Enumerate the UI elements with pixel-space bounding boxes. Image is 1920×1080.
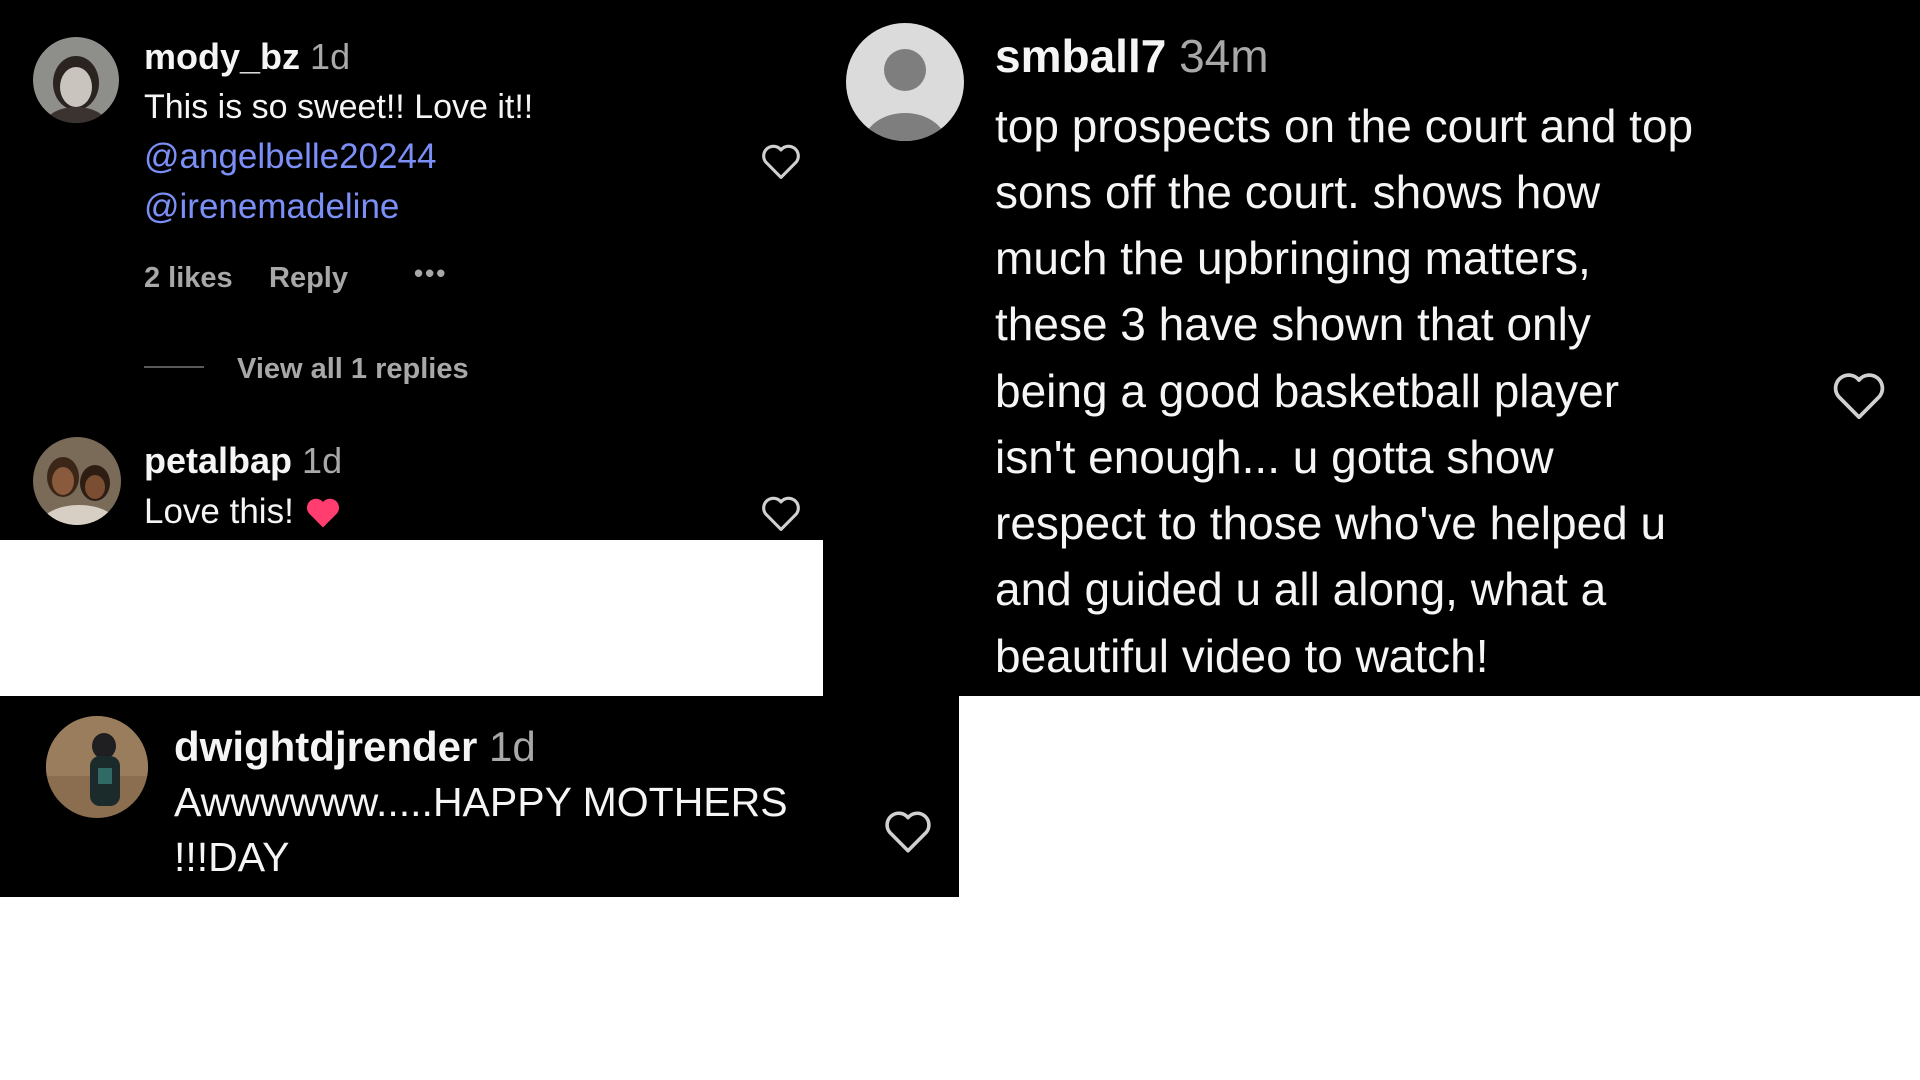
username[interactable]: smball7	[995, 30, 1166, 82]
comment-text-line: !!!DAY	[174, 834, 290, 880]
comment-header: smball7 34m	[995, 29, 1269, 83]
comment-text-line: respect to those who've helped u	[995, 497, 1667, 549]
comment-header: petalbap 1d	[144, 440, 342, 482]
avatar-mody-bz[interactable]	[33, 37, 119, 123]
comments-panel-right: smball7 34m top prospects on the court a…	[823, 0, 1920, 696]
more-options-icon[interactable]: •••	[414, 258, 447, 289]
username[interactable]: dwightdjrender	[174, 723, 477, 770]
view-replies-link[interactable]: View all 1 replies	[237, 353, 469, 386]
like-heart-icon[interactable]	[760, 142, 802, 185]
comment-text-line: sons off the court. shows how	[995, 166, 1601, 218]
timestamp: 1d	[310, 36, 351, 77]
comments-panel-bottom: dwightdjrender 1d Awwwwww.....HAPPY MOTH…	[0, 696, 959, 897]
comment-text-line: beautiful video to watch!	[995, 630, 1489, 682]
like-heart-icon[interactable]	[883, 808, 933, 859]
comment-header: dwightdjrender 1d	[174, 723, 536, 771]
like-heart-icon[interactable]	[760, 494, 802, 537]
username[interactable]: mody_bz	[144, 36, 300, 77]
timestamp: 34m	[1179, 30, 1269, 82]
comment-text-line: isn't enough... u gotta show	[995, 431, 1554, 483]
comments-panel-top-left: mody_bz 1d This is so sweet!! Love it!! …	[0, 0, 823, 540]
avatar-petalbap[interactable]	[33, 437, 121, 525]
replies-divider	[144, 366, 204, 368]
likes-count[interactable]: 2 likes	[144, 262, 233, 295]
comment-text-line: top prospects on the court and top	[995, 100, 1694, 152]
like-heart-icon[interactable]	[1831, 369, 1887, 426]
comment-text: This is so sweet!! Love it!!	[144, 88, 534, 126]
avatar-dwightdjrender[interactable]	[46, 716, 148, 818]
comment-text: Love this!	[144, 492, 294, 531]
comment-header: mody_bz 1d	[144, 36, 350, 78]
comment-text-line: and guided u all along, what a	[995, 563, 1607, 615]
reply-button[interactable]: Reply	[269, 262, 348, 295]
timestamp: 1d	[302, 440, 343, 481]
comment-text-line: Awwwwww.....HAPPY MOTHERS	[174, 779, 788, 825]
heart-emoji	[306, 498, 339, 528]
comment-text-line: these 3 have shown that only	[995, 298, 1591, 350]
timestamp: 1d	[489, 723, 536, 770]
username[interactable]: petalbap	[144, 440, 292, 481]
comment-text-line: much the upbringing matters,	[995, 232, 1591, 284]
comment-text-line: being a good basketball player	[995, 365, 1620, 417]
mention-link[interactable]: @irenemadeline	[144, 187, 399, 227]
mention-link[interactable]: @angelbelle20244	[144, 137, 436, 177]
comment-text-row: Love this!	[144, 492, 342, 532]
avatar-default[interactable]	[846, 23, 964, 141]
